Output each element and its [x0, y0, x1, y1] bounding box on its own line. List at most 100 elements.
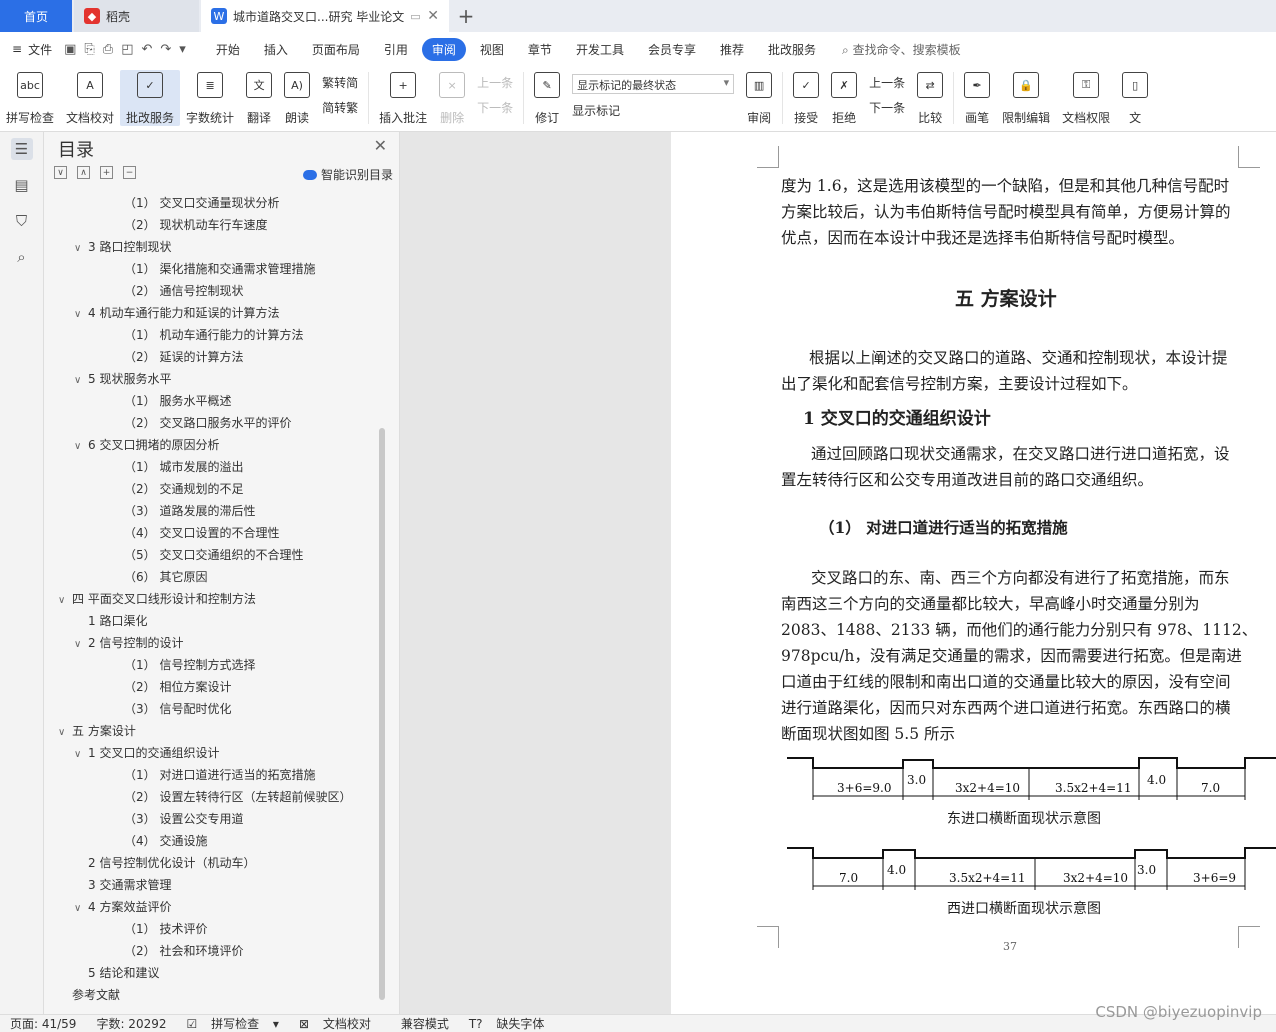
menu-insert[interactable]: 插入 [254, 38, 298, 61]
trad-to-simp-button[interactable]: 繁转简 [322, 74, 358, 91]
toc-item[interactable]: （2） 相位方案设计 [44, 676, 380, 698]
toc-item[interactable]: ∨ 五 方案设计 [44, 720, 380, 742]
print-icon[interactable]: ⎙ [103, 42, 113, 57]
collapse-all-icon[interactable]: ∧ [77, 166, 90, 179]
toc-item[interactable]: （2） 设置左转待行区（左转超前候驶区） [44, 786, 380, 808]
doc-proof-button[interactable]: A 文档校对 [60, 70, 120, 126]
smart-toc-button[interactable]: 智能识别目录 [302, 166, 393, 183]
chevron-down-icon[interactable]: ∨ [74, 634, 88, 656]
chevron-down-icon[interactable]: ∨ [74, 744, 88, 766]
toc-item[interactable]: 3 交通需求管理 [44, 874, 380, 896]
compare-button[interactable]: ⇄ 比较 [911, 70, 949, 126]
expand-all-icon[interactable]: ∨ [54, 166, 67, 179]
toc-item[interactable]: （6） 其它原因 [44, 566, 380, 588]
close-icon[interactable]: ✕ [374, 136, 387, 155]
chevron-down-icon[interactable]: ∨ [74, 436, 88, 458]
chevron-down-icon[interactable]: ∨ [58, 590, 72, 612]
close-icon[interactable]: ✕ [427, 8, 439, 24]
markup-state-select[interactable]: 显示标记的最终状态 [572, 74, 735, 94]
toc-item[interactable]: （2） 通信号控制现状 [44, 280, 380, 302]
status-doc-proof[interactable]: ⊠ 文档校对 [289, 1015, 391, 1032]
next-change-button[interactable]: 下一条 [869, 99, 905, 116]
toc-item[interactable]: 1 路口渠化 [44, 610, 380, 632]
remove-heading-icon[interactable]: − [123, 166, 136, 179]
menu-member[interactable]: 会员专享 [638, 38, 706, 61]
page-indicator[interactable]: 页面: 41/59 [0, 1015, 86, 1032]
status-spell-check[interactable]: ☑ 拼写检查 ▾ [177, 1015, 289, 1032]
monitor-icon[interactable]: ▭ [410, 10, 420, 23]
show-markup-button[interactable]: 显示标记 [572, 102, 734, 119]
chapter-icon[interactable]: ▤ [11, 174, 33, 196]
bookmark-icon[interactable]: ⛉ [11, 210, 33, 232]
toc-item[interactable]: （2） 社会和环境评价 [44, 940, 380, 962]
toc-item[interactable]: （1） 信号控制方式选择 [44, 654, 380, 676]
simp-to-trad-button[interactable]: 简转繁 [322, 99, 358, 116]
undo-icon[interactable]: ↶ [141, 42, 152, 57]
toc-item[interactable]: （1） 服务水平概述 [44, 390, 380, 412]
tab-home[interactable]: 首页 [0, 0, 72, 32]
toc-item[interactable]: ∨ 4 方案效益评价 [44, 896, 380, 918]
preview-icon[interactable]: ◰ [121, 42, 133, 57]
new-tab-button[interactable]: + [449, 0, 483, 32]
export-icon[interactable]: ⎘ [84, 42, 94, 57]
translate-button[interactable]: 文翻译 [240, 70, 278, 126]
restrict-edit-button[interactable]: 🔒 限制编辑 [996, 70, 1056, 126]
more-button[interactable]: ▯ 文 [1116, 70, 1154, 126]
chevron-down-icon[interactable]: ▾ [179, 42, 186, 57]
menu-developer[interactable]: 开发工具 [566, 38, 634, 61]
tab-document[interactable]: W 城市道路交叉口...研究 毕业论文 ▭ ✕ [201, 0, 449, 32]
next-comment-button[interactable]: 下一条 [477, 99, 513, 116]
chevron-down-icon[interactable]: ∨ [58, 722, 72, 744]
toc-item[interactable]: ∨ 3 路口控制现状 [44, 236, 380, 258]
chevron-down-icon[interactable]: ∨ [74, 238, 88, 260]
prev-change-button[interactable]: 上一条 [869, 74, 905, 91]
toc-item[interactable]: ∨ 2 信号控制的设计 [44, 632, 380, 654]
toc-item[interactable]: ∨ 5 现状服务水平 [44, 368, 380, 390]
doc-permission-button[interactable]: ⚿ 文档权限 [1056, 70, 1116, 126]
toc-item[interactable]: ∨ 1 交叉口的交通组织设计 [44, 742, 380, 764]
toc-item[interactable]: （2） 交通规划的不足 [44, 478, 380, 500]
redo-icon[interactable]: ↷ [160, 42, 171, 57]
chevron-down-icon[interactable]: ∨ [74, 370, 88, 392]
delete-comment-button[interactable]: × 删除 [433, 70, 471, 126]
menu-view[interactable]: 视图 [470, 38, 514, 61]
toc-item[interactable]: ∨ 4 机动车通行能力和延误的计算方法 [44, 302, 380, 324]
missing-font[interactable]: T? 缺失字体 [459, 1015, 565, 1032]
menu-recommend[interactable]: 推荐 [710, 38, 754, 61]
toc-item[interactable]: 5 结论和建议 [44, 962, 380, 984]
spell-check-button[interactable]: abc 拼写检查 [0, 70, 60, 126]
reject-button[interactable]: ✗ 拒绝 [825, 70, 863, 126]
toc-item[interactable]: （3） 道路发展的滞后性 [44, 500, 380, 522]
review-pane-button[interactable]: ▥ 审阅 [740, 70, 778, 126]
save-icon[interactable]: ▣ [64, 42, 76, 57]
search-icon[interactable]: ⌕ [11, 246, 33, 268]
toc-item[interactable]: （1） 技术评价 [44, 918, 380, 940]
read-aloud-button[interactable]: A) 朗读 [278, 70, 316, 126]
toc-item[interactable]: （4） 交叉口设置的不合理性 [44, 522, 380, 544]
menu-reference[interactable]: 引用 [374, 38, 418, 61]
document-page[interactable]: 度为 1.6，这是选用该模型的一个缺陷，但是和其他几种信号配时 方案比较后，认为… [671, 132, 1276, 1014]
file-menu[interactable]: ≡ 文件 [12, 41, 64, 58]
add-heading-icon[interactable]: + [100, 166, 113, 179]
toc-item[interactable]: ∨ 四 平面交叉口线形设计和控制方法 [44, 588, 380, 610]
tab-daoke[interactable]: ◆ 稻壳 [74, 0, 199, 32]
track-changes-button[interactable]: ✎ 修订 [528, 70, 566, 126]
menu-chapter[interactable]: 章节 [518, 38, 562, 61]
prev-comment-button[interactable]: 上一条 [477, 74, 513, 91]
accept-button[interactable]: ✓ 接受 [787, 70, 825, 126]
menu-layout[interactable]: 页面布局 [302, 38, 370, 61]
word-count[interactable]: 字数: 20292 [86, 1015, 176, 1032]
command-search[interactable]: ⌕ 查找命令、搜索模板 [842, 41, 961, 58]
pen-button[interactable]: ✒ 画笔 [958, 70, 996, 126]
toc-icon[interactable]: ☰ [10, 138, 33, 160]
chevron-down-icon[interactable]: ∨ [74, 898, 88, 920]
toc-item[interactable]: （3） 设置公交专用道 [44, 808, 380, 830]
toc-item[interactable]: （1） 渠化措施和交通需求管理措施 [44, 258, 380, 280]
insert-comment-button[interactable]: + 插入批注 [373, 70, 433, 126]
toc-item[interactable]: （2） 延误的计算方法 [44, 346, 380, 368]
menu-correct[interactable]: 批改服务 [758, 38, 826, 61]
toc-item[interactable]: （2） 现状机动车行车速度 [44, 214, 380, 236]
scrollbar[interactable] [379, 428, 385, 1000]
word-count-button[interactable]: ≣ 字数统计 [180, 70, 240, 126]
toc-item[interactable]: （1） 机动车通行能力的计算方法 [44, 324, 380, 346]
